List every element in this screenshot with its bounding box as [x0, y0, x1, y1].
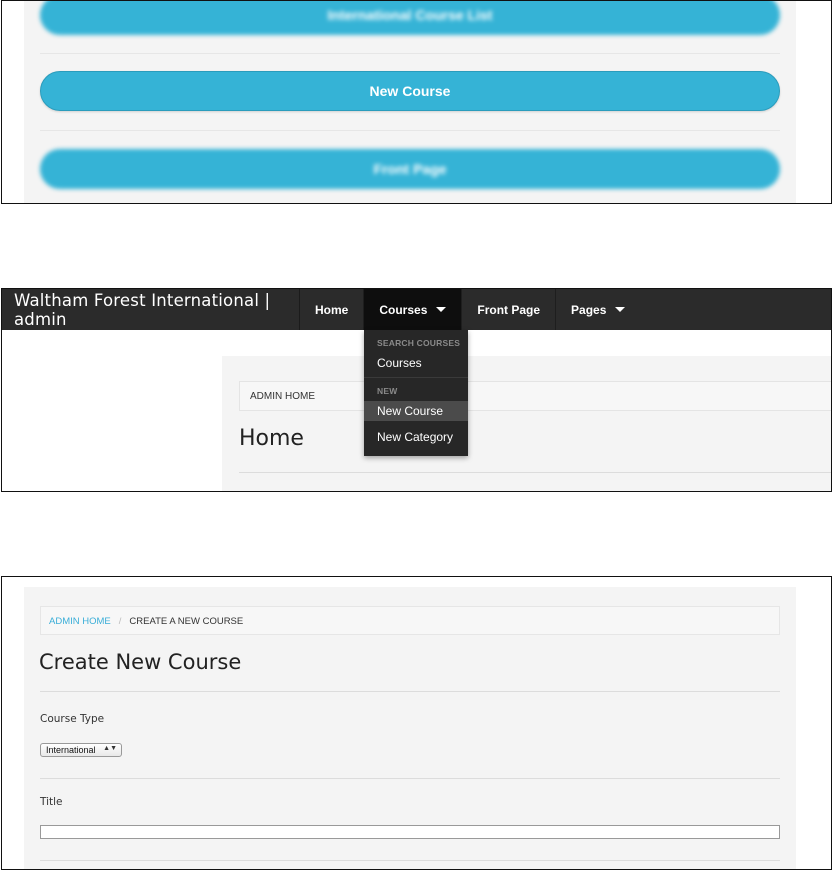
- nav-front-page[interactable]: Front Page: [462, 289, 557, 330]
- dropdown-divider: [364, 377, 468, 378]
- breadcrumb-admin-home-link[interactable]: ADMIN HOME: [49, 616, 111, 627]
- dropdown-header-search-courses: SEARCH COURSES: [377, 338, 461, 348]
- nav-home[interactable]: Home: [300, 289, 365, 330]
- breadcrumb-current: CREATE A NEW COURSE: [129, 616, 244, 627]
- nav-front-page-label: Front Page: [477, 302, 541, 317]
- select-arrows-icon: ▲▼: [103, 745, 117, 752]
- dropdown-item-courses[interactable]: Courses: [364, 353, 468, 373]
- new-course-button[interactable]: New Course: [40, 71, 780, 111]
- title-label: Title: [40, 796, 63, 808]
- divider: [40, 778, 780, 779]
- divider: [40, 130, 780, 131]
- caret-down-icon: [436, 307, 447, 312]
- brand-title[interactable]: Waltham Forest International | admin: [2, 289, 300, 330]
- nav-pages-label: Pages: [571, 302, 607, 317]
- dropdown-item-new-category[interactable]: New Category: [364, 427, 468, 447]
- divider: [40, 53, 780, 54]
- breadcrumb: ADMIN HOME / CREATE A NEW COURSE: [40, 606, 780, 635]
- page-title: Create New Course: [39, 650, 242, 674]
- create-course-form-panel: ADMIN HOME / CREATE A NEW COURSE Create Ne…: [1, 576, 832, 870]
- divider: [40, 691, 780, 692]
- breadcrumb-admin-home[interactable]: ADMIN HOME: [250, 391, 315, 402]
- nav-courses[interactable]: Courses: [364, 289, 463, 330]
- admin-navbar-panel: Waltham Forest International | admin Hom…: [1, 288, 832, 492]
- breadcrumb: ADMIN HOME: [239, 381, 831, 411]
- nav-courses-label: Courses: [379, 302, 428, 317]
- divider: [239, 472, 831, 473]
- front-page-button[interactable]: Front Page: [40, 149, 780, 189]
- course-type-value: International: [46, 745, 96, 755]
- title-input[interactable]: [40, 825, 780, 839]
- nav-home-label: Home: [315, 302, 349, 317]
- navbar: Waltham Forest International | admin Hom…: [2, 289, 831, 330]
- dropdown-header-new: NEW: [377, 386, 398, 396]
- courses-dropdown-menu: SEARCH COURSES Courses NEW New Course Ne…: [364, 330, 468, 456]
- course-type-select[interactable]: International ▲▼: [40, 743, 122, 757]
- course-menu-panel: International Course List New Course Fro…: [1, 0, 832, 204]
- international-course-list-button[interactable]: International Course List: [40, 1, 780, 35]
- course-type-label: Course Type: [40, 713, 105, 725]
- divider: [40, 860, 780, 861]
- page-title: Home: [239, 426, 304, 451]
- breadcrumb-separator: /: [118, 616, 122, 627]
- caret-down-icon: [615, 307, 626, 312]
- dropdown-item-new-course[interactable]: New Course: [364, 401, 468, 421]
- nav-pages[interactable]: Pages: [556, 289, 640, 330]
